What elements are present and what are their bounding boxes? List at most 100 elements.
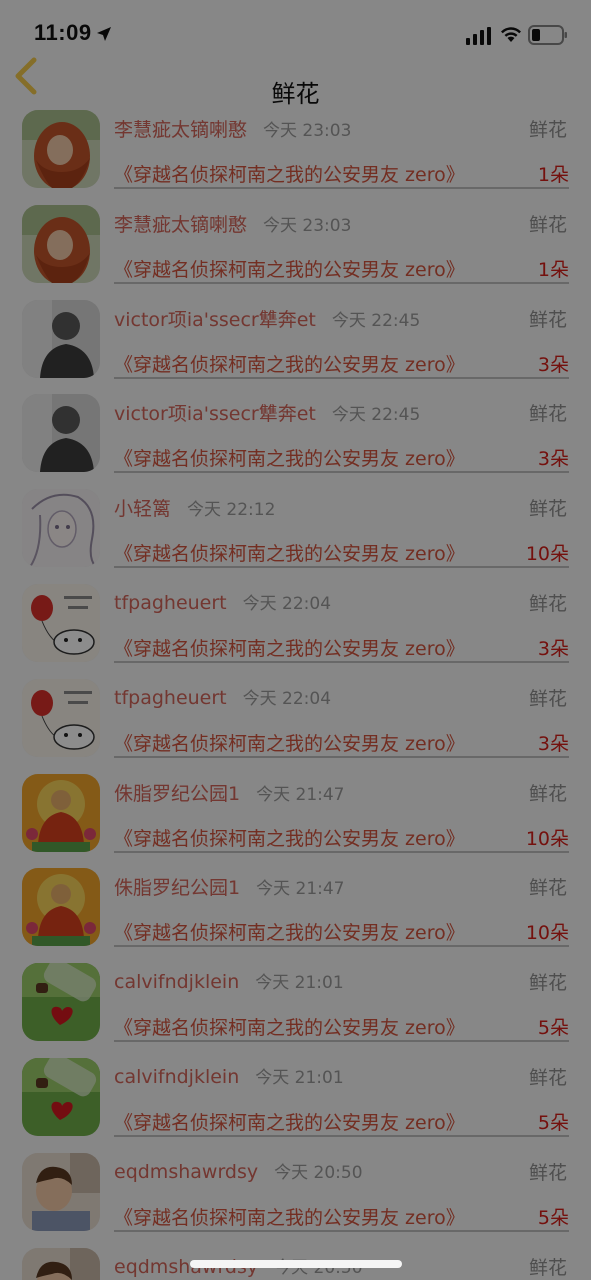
avatar[interactable] bbox=[22, 1247, 100, 1280]
gift-type-label: 鲜花 bbox=[528, 1161, 567, 1184]
row-divider bbox=[114, 1229, 569, 1232]
gift-count: 3朵 bbox=[537, 637, 569, 660]
book-title[interactable]: 《穿越名侦探柯南之我的公安男友 zero》 bbox=[114, 255, 465, 282]
row-divider bbox=[114, 187, 569, 189]
gift-type-label: 鲜花 bbox=[528, 877, 567, 900]
row-divider bbox=[114, 660, 569, 663]
sender-name[interactable]: 小轻篱 bbox=[114, 498, 171, 520]
sender-name[interactable]: tfpagheuert bbox=[114, 592, 227, 614]
gift-record-row[interactable]: victor项ia'ssecr犨奔et 今天 22:45 鲜花《穿越名侦探柯南之我的… bbox=[0, 296, 591, 391]
gift-record-row[interactable]: calvifndjklein 今天 21:01 鲜花 《穿越名侦探柯南之我的公安男友 … bbox=[0, 959, 591, 1054]
gift-type-label: 鲜花 bbox=[528, 1066, 567, 1089]
gift-type-label: 鲜花 bbox=[528, 308, 567, 331]
gift-count: 5朵 bbox=[537, 1017, 569, 1040]
gift-record-row[interactable]: 李慧疵太镝喇憨 今天 23:03 鲜花 《穿越名侦探柯南之我的公安男友 zero》 1朵 bbox=[0, 106, 591, 201]
gift-type-label: 鲜花 bbox=[528, 592, 567, 615]
gift-record-row[interactable]: eqdmshawrdsy 今天 20:50 鲜花《穿越名侦探柯南之我的公安男友 ze… bbox=[0, 1149, 591, 1244]
book-title[interactable]: 《穿越名侦探柯南之我的公安男友 zero》 bbox=[114, 634, 465, 661]
avatar[interactable] bbox=[22, 963, 100, 1042]
book-title[interactable]: 《穿越名侦探柯南之我的公安男友 zero》 bbox=[114, 729, 465, 756]
sender-name-with-time: victor项ia'ssecr犨奔et 今天 22:45 bbox=[114, 399, 420, 426]
gift-type-label: 鲜花 bbox=[528, 687, 567, 710]
status-bar: 11:09 bbox=[0, 0, 591, 50]
avatar[interactable] bbox=[22, 110, 100, 188]
avatar[interactable] bbox=[22, 299, 100, 378]
sender-name[interactable]: tfpagheuert bbox=[114, 687, 227, 709]
gift-record-row[interactable]: victor项ia'ssecr犨奔et 今天 22:45 鲜花《穿越名侦探柯南之我的… bbox=[0, 390, 591, 485]
gift-record-row[interactable]: 李慧疵太镝喇憨 今天 23:03 鲜花 《穿越名侦探柯南之我的公安男友 zero》 1朵 bbox=[0, 201, 591, 296]
sender-name-with-time: eqdmshawrdsy 今天 20:50 bbox=[114, 1158, 363, 1183]
sender-name[interactable]: eqdmshawrdsy bbox=[114, 1161, 258, 1183]
sender-name[interactable]: calvifndjklein bbox=[114, 1066, 239, 1088]
avatar-image bbox=[22, 868, 100, 947]
gift-type-label: 鲜花 bbox=[528, 782, 567, 805]
gift-record-list[interactable]: 李慧疵太镝喇憨 今天 23:03 鲜花 《穿越名侦探柯南之我的公安男友 zero》 1朵… bbox=[0, 106, 591, 1280]
avatar-image bbox=[22, 1152, 100, 1231]
sender-name-with-time: 侏脂罗纪公园1 今天 21:47 bbox=[114, 873, 345, 900]
gift-record-row[interactable]: tfpagheuert 今天 22:04 鲜花 《穿越名侦探柯南之我的公安男友 zer… bbox=[0, 580, 591, 675]
book-title[interactable]: 《穿越名侦探柯南之我的公安男友 zero》 bbox=[114, 1013, 465, 1040]
sender-name-with-time: victor项ia'ssecr犨奔et 今天 22:45 bbox=[114, 305, 420, 332]
status-time: 11:09 bbox=[34, 20, 92, 45]
avatar[interactable] bbox=[22, 678, 100, 757]
sender-name[interactable]: 李慧疵太镝喇憨 bbox=[114, 119, 247, 141]
sender-name[interactable]: victor项ia'ssecr犨奔et bbox=[114, 403, 316, 425]
record-time: 今天 21:47 bbox=[256, 879, 345, 900]
row-divider bbox=[114, 281, 569, 284]
row-divider bbox=[114, 1134, 569, 1137]
gift-type-label: 鲜花 bbox=[528, 403, 567, 426]
gift-record-page: 11:09 鲜花 李慧疵太镝喇憨 今天 23:03 鲜花 《穿越名侦探柯南之我的公安男… bbox=[0, 0, 591, 1280]
avatar[interactable] bbox=[22, 204, 100, 283]
cellular-signal-icon bbox=[466, 27, 491, 45]
row-divider bbox=[114, 945, 569, 948]
sender-name[interactable]: calvifndjklein bbox=[114, 971, 239, 993]
gift-record-row[interactable]: 侏脂罗纪公园1 今天 21:47 鲜花 《穿越名侦探柯南之我的公安男友 zero》 10… bbox=[0, 864, 591, 959]
book-title[interactable]: 《穿越名侦探柯南之我的公安男友 zero》 bbox=[114, 539, 465, 566]
sender-name[interactable]: 李慧疵太镝喇憨 bbox=[114, 214, 247, 236]
location-arrow-icon bbox=[97, 27, 111, 41]
gift-type-label: 鲜花 bbox=[528, 498, 567, 521]
book-title[interactable]: 《穿越名侦探柯南之我的公安男友 zero》 bbox=[114, 918, 465, 945]
sender-name[interactable]: victor项ia'ssecr犨奔et bbox=[114, 309, 316, 331]
row-divider bbox=[114, 1040, 569, 1043]
avatar[interactable] bbox=[22, 1152, 100, 1231]
avatar-image bbox=[22, 583, 100, 662]
record-time: 今天 23:03 bbox=[263, 121, 352, 141]
avatar-image bbox=[22, 678, 100, 757]
navigation-bar: 鲜花 bbox=[0, 50, 591, 108]
sender-name[interactable]: 侏脂罗纪公园1 bbox=[114, 877, 240, 899]
avatar[interactable] bbox=[22, 868, 100, 947]
gift-record-row[interactable]: tfpagheuert 今天 22:04 鲜花《穿越名侦探柯南之我的公安男友 zer… bbox=[0, 675, 591, 770]
record-time: 今天 21:01 bbox=[255, 1067, 344, 1088]
book-title[interactable]: 《穿越名侦探柯南之我的公安男友 zero》 bbox=[114, 1203, 465, 1230]
avatar[interactable] bbox=[22, 583, 100, 662]
gift-count: 10朵 bbox=[525, 543, 569, 566]
sender-name-with-time: 李慧疵太镝喇憨 今天 23:03 bbox=[114, 210, 351, 237]
avatar[interactable] bbox=[22, 1057, 100, 1136]
sender-name-with-time: 侏脂罗纪公园1 今天 21:47 bbox=[114, 779, 345, 806]
avatar[interactable] bbox=[22, 489, 100, 568]
avatar-image bbox=[22, 773, 100, 852]
avatar[interactable] bbox=[22, 394, 100, 473]
gift-record-row[interactable]: 小轻篱 今天 22:12 鲜花《穿越名侦探柯南之我的公安男友 zero》 10朵 bbox=[0, 485, 591, 580]
book-title[interactable]: 《穿越名侦探柯南之我的公安男友 zero》 bbox=[114, 444, 465, 471]
record-time: 今天 22:04 bbox=[242, 688, 332, 709]
row-divider bbox=[114, 850, 569, 853]
gift-type-label: 鲜花 bbox=[528, 972, 567, 995]
gift-count: 5朵 bbox=[537, 1111, 569, 1134]
book-title[interactable]: 《穿越名侦探柯南之我的公安男友 zero》 bbox=[114, 160, 465, 187]
gift-record-row[interactable]: calvifndjklein 今天 21:01 鲜花《穿越名侦探柯南之我的公安男友 … bbox=[0, 1054, 591, 1149]
row-divider bbox=[114, 471, 569, 474]
gift-count: 10朵 bbox=[525, 827, 569, 850]
book-title[interactable]: 《穿越名侦探柯南之我的公安男友 zero》 bbox=[114, 824, 465, 851]
book-title[interactable]: 《穿越名侦探柯南之我的公安男友 zero》 bbox=[114, 350, 465, 377]
row-divider bbox=[114, 376, 569, 379]
home-indicator[interactable] bbox=[190, 1260, 402, 1268]
gift-record-row[interactable]: 侏脂罗纪公园1 今天 21:47 鲜花《穿越名侦探柯南之我的公安男友 zero》 10… bbox=[0, 770, 591, 865]
sender-name-with-time: 小轻篱 今天 22:12 bbox=[114, 494, 275, 521]
book-title[interactable]: 《穿越名侦探柯南之我的公安男友 zero》 bbox=[114, 1108, 465, 1135]
avatar[interactable] bbox=[22, 773, 100, 852]
sender-name[interactable]: 侏脂罗纪公园1 bbox=[114, 783, 240, 805]
gift-type-label: 鲜花 bbox=[528, 119, 567, 141]
avatar-image bbox=[22, 110, 100, 188]
